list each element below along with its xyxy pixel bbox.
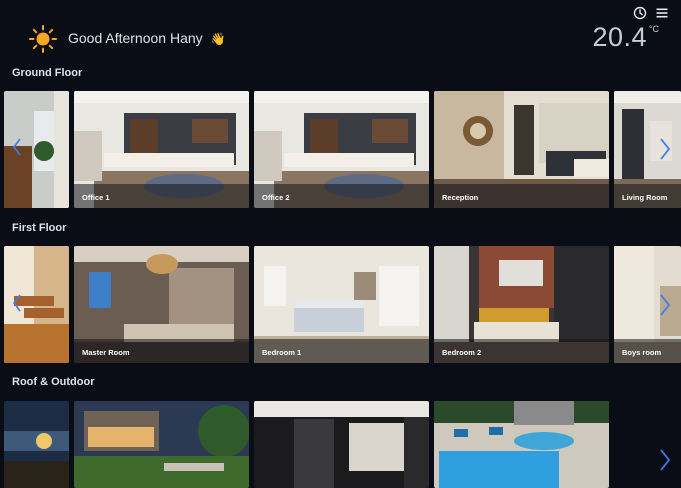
chevron-right-icon[interactable] [659, 449, 671, 471]
room-row-ground-floor: Office 1 Office 2 Reception Living Room [4, 91, 681, 208]
clock-icon[interactable] [633, 6, 647, 20]
room-image [74, 401, 249, 488]
room-card-office-2[interactable]: Office 2 [254, 91, 429, 208]
room-card-bedroom-2[interactable]: Bedroom 2 [434, 246, 609, 363]
top-bar: Good Afternoon Hany 👋 20.4 °C [0, 0, 681, 62]
section-title-ground-floor: Ground Floor [12, 67, 83, 79]
greeting-label: Good Afternoon Hany [68, 30, 203, 46]
room-name: Bedroom 1 [254, 339, 429, 363]
sun-icon [29, 25, 57, 53]
room-card-partial[interactable] [4, 91, 69, 208]
room-card-indoor-dark[interactable] [254, 401, 429, 488]
room-card-partial[interactable] [4, 401, 69, 488]
room-name: Boys room [614, 339, 681, 363]
section-title-roof-outdoor: Roof & Outdoor [12, 376, 95, 388]
room-name: Bedroom 2 [434, 339, 609, 363]
room-name: Living Room [614, 184, 681, 208]
room-image [254, 401, 429, 488]
section-title-first-floor: First Floor [12, 222, 67, 234]
room-image [434, 401, 609, 488]
greeting-text: Good Afternoon Hany 👋 [68, 30, 226, 46]
room-row-first-floor: Master Room Bedroom 1 Bedroom 2 Boys roo… [4, 246, 681, 363]
room-card-master-room[interactable]: Master Room [74, 246, 249, 363]
room-card-reception[interactable]: Reception [434, 91, 609, 208]
top-icons [633, 6, 669, 20]
room-card-partial[interactable] [4, 246, 69, 363]
room-row-roof-outdoor [4, 401, 681, 488]
chevron-left-icon[interactable] [12, 294, 22, 312]
room-card-garden[interactable] [74, 401, 249, 488]
chevron-left-icon[interactable] [12, 138, 22, 156]
chevron-right-icon[interactable] [659, 138, 671, 160]
chevron-right-icon[interactable] [659, 294, 671, 316]
room-card-office-1[interactable]: Office 1 [74, 91, 249, 208]
room-card-bedroom-1[interactable]: Bedroom 1 [254, 246, 429, 363]
room-card-pool[interactable] [434, 401, 609, 488]
room-name: Reception [434, 184, 609, 208]
room-image [4, 401, 69, 488]
room-name: Office 2 [254, 184, 429, 208]
room-name: Office 1 [74, 184, 249, 208]
temperature-unit: °C [648, 24, 659, 34]
menu-icon[interactable] [655, 6, 669, 20]
room-name: Master Room [74, 339, 249, 363]
temperature-value: 20.4 [592, 22, 647, 52]
wave-icon: 👋 [210, 32, 226, 46]
